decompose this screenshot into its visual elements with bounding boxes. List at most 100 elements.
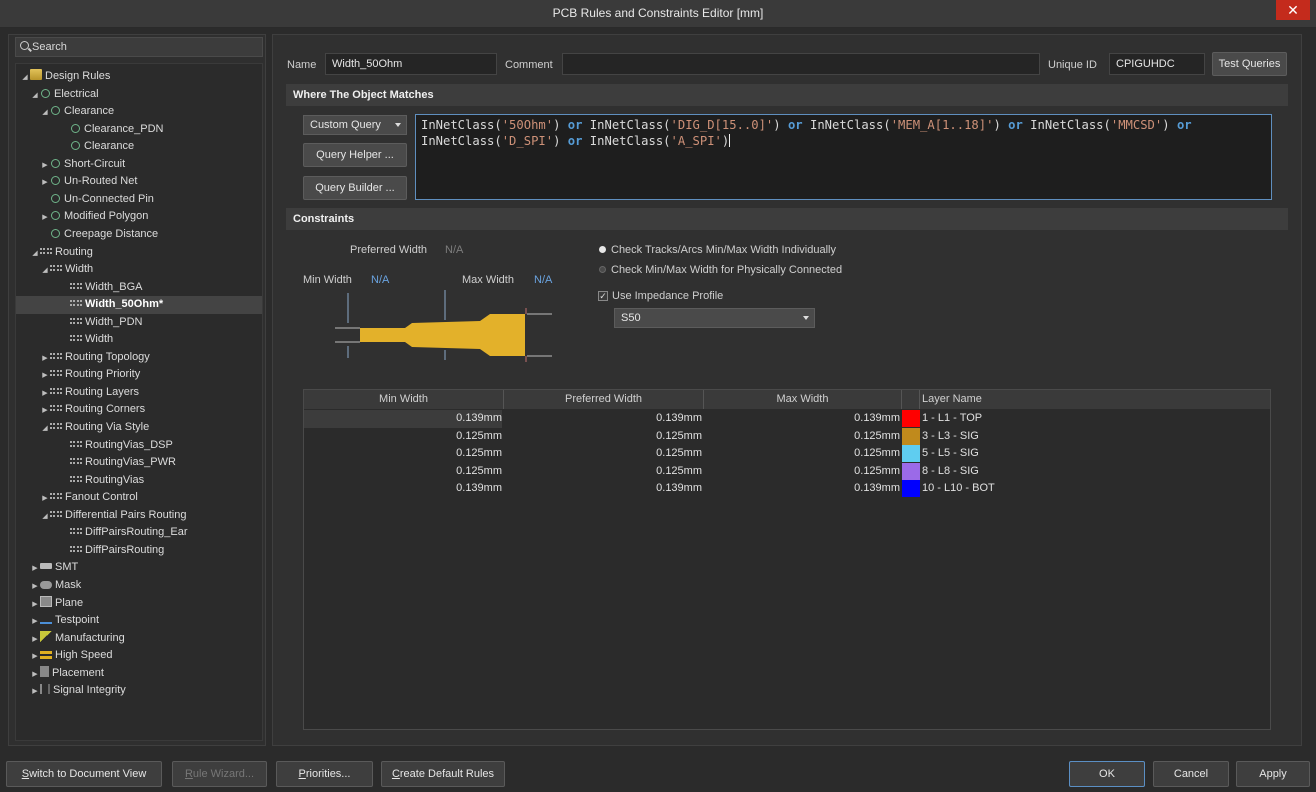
cell-min-width[interactable]: 0.139mm <box>304 410 502 428</box>
comment-field[interactable] <box>562 53 1040 75</box>
radio-physically-connected[interactable] <box>599 266 606 273</box>
col-min-width[interactable]: Min Width <box>304 390 504 409</box>
tree-item[interactable]: ◢ Routing <box>30 244 93 262</box>
tree-item[interactable]: ▶ Short-Circuit <box>40 156 125 174</box>
collapse-arrow-icon[interactable]: ◢ <box>40 420 50 438</box>
max-width-value[interactable]: N/A <box>534 274 552 286</box>
expand-arrow-icon[interactable]: ▶ <box>40 209 50 227</box>
tree-item[interactable]: ◢ Electrical <box>30 86 98 105</box>
expand-arrow-icon[interactable]: ▶ <box>30 683 40 701</box>
tree-item[interactable]: ▶ Signal Integrity <box>30 682 126 700</box>
expand-arrow-icon[interactable]: ▶ <box>30 666 40 684</box>
preferred-width-value[interactable]: N/A <box>445 244 463 256</box>
tree-item[interactable]: Un-Connected Pin <box>40 191 154 209</box>
tree-item[interactable]: Creepage Distance <box>40 226 158 244</box>
tree-item[interactable]: DiffPairsRouting_Ear <box>60 524 188 542</box>
tree-item[interactable]: ▶ Routing Corners <box>40 401 145 419</box>
col-layer-name[interactable]: Layer Name <box>920 390 1270 409</box>
query-editor[interactable]: InNetClass('50Ohm') or InNetClass('DIG_D… <box>415 114 1272 200</box>
cell-preferred-width[interactable]: 0.139mm <box>504 410 702 428</box>
tree-item[interactable]: ◢ Design Rules <box>20 68 110 86</box>
switch-to-document-view-button[interactable]: Switch to Document View <box>6 761 162 787</box>
create-default-rules-button[interactable]: Create Default Rules <box>381 761 505 787</box>
tree-item[interactable]: ◢ Width <box>40 261 93 279</box>
collapse-arrow-icon[interactable]: ◢ <box>30 87 40 105</box>
tree-item[interactable]: RoutingVias_PWR <box>60 454 176 472</box>
min-width-value[interactable]: N/A <box>371 274 389 286</box>
tree-item[interactable]: ▶ Manufacturing <box>30 630 125 648</box>
expand-arrow-icon[interactable]: ▶ <box>30 596 40 614</box>
query-type-dropdown[interactable]: Custom Query <box>303 115 407 135</box>
tree-item[interactable]: RoutingVias_DSP <box>60 437 173 455</box>
cell-preferred-width[interactable]: 0.139mm <box>504 480 702 498</box>
expand-arrow-icon[interactable]: ▶ <box>40 490 50 508</box>
tree-item[interactable]: ▶ Plane <box>30 595 83 613</box>
search-input[interactable]: Search <box>15 37 263 57</box>
tree-item[interactable]: Width_PDN <box>60 314 142 332</box>
collapse-arrow-icon[interactable]: ◢ <box>40 104 50 122</box>
cell-layer-name[interactable]: 1 - L1 - TOP <box>922 410 1222 428</box>
expand-arrow-icon[interactable]: ▶ <box>40 385 50 403</box>
cell-max-width[interactable]: 0.139mm <box>704 410 900 428</box>
expand-arrow-icon[interactable]: ▶ <box>30 631 40 649</box>
tree-item[interactable]: ▶ Placement <box>30 665 104 683</box>
tree-item[interactable]: ◢ Differential Pairs Routing <box>40 507 186 525</box>
cell-preferred-width[interactable]: 0.125mm <box>504 463 702 481</box>
name-field[interactable]: Width_50Ohm <box>325 53 497 75</box>
expand-arrow-icon[interactable]: ▶ <box>30 648 40 666</box>
cell-max-width[interactable]: 0.139mm <box>704 480 900 498</box>
cell-layer-name[interactable]: 3 - L3 - SIG <box>922 428 1222 446</box>
test-queries-button[interactable]: Test Queries <box>1212 52 1287 76</box>
expand-arrow-icon[interactable]: ▶ <box>40 367 50 385</box>
collapse-arrow-icon[interactable]: ◢ <box>20 69 30 87</box>
cell-layer-name[interactable]: 10 - L10 - BOT <box>922 480 1222 498</box>
col-max-width[interactable]: Max Width <box>704 390 902 409</box>
ok-button[interactable]: OK <box>1069 761 1145 787</box>
tree-item[interactable]: Width_50Ohm* <box>16 296 262 314</box>
apply-button[interactable]: Apply <box>1236 761 1310 787</box>
radio-individually[interactable] <box>599 246 606 253</box>
tree-item[interactable]: ▶ Modified Polygon <box>40 208 148 226</box>
tree-item[interactable]: ▶ Testpoint <box>30 612 99 630</box>
tree-item[interactable]: ▶ Routing Topology <box>40 349 150 367</box>
query-builder-button[interactable]: Query Builder ... <box>303 176 407 200</box>
cell-min-width[interactable]: 0.125mm <box>304 463 502 481</box>
cell-layer-name[interactable]: 8 - L8 - SIG <box>922 463 1222 481</box>
cell-min-width[interactable]: 0.139mm <box>304 480 502 498</box>
expand-arrow-icon[interactable]: ▶ <box>40 350 50 368</box>
tree-item[interactable]: ◢ Clearance <box>40 103 114 121</box>
tree-item[interactable]: DiffPairsRouting <box>60 542 164 560</box>
tree-item[interactable]: ▶ Fanout Control <box>40 489 137 508</box>
cell-min-width[interactable]: 0.125mm <box>304 445 502 463</box>
cell-max-width[interactable]: 0.125mm <box>704 428 900 446</box>
tree-item[interactable]: RoutingVias <box>60 472 144 490</box>
collapse-arrow-icon[interactable]: ◢ <box>40 262 50 280</box>
col-preferred-width[interactable]: Preferred Width <box>504 390 704 409</box>
expand-arrow-icon[interactable]: ▶ <box>30 613 40 631</box>
cell-preferred-width[interactable]: 0.125mm <box>504 445 702 463</box>
tree-item[interactable]: ▶ Routing Layers <box>40 384 139 402</box>
cell-min-width[interactable]: 0.125mm <box>304 428 502 446</box>
unique-id-field[interactable]: CPIGUHDC <box>1109 53 1205 75</box>
expand-arrow-icon[interactable]: ▶ <box>40 174 50 192</box>
close-button[interactable]: ✕ <box>1276 0 1310 20</box>
expand-arrow-icon[interactable]: ▶ <box>30 578 40 596</box>
collapse-arrow-icon[interactable]: ◢ <box>40 508 50 526</box>
tree-item[interactable]: ◢ Routing Via Style <box>40 419 149 437</box>
tree-item[interactable]: ▶ High Speed <box>30 647 112 666</box>
expand-arrow-icon[interactable]: ▶ <box>30 560 40 578</box>
tree-item[interactable]: ▶ Un-Routed Net <box>40 173 137 191</box>
cell-preferred-width[interactable]: 0.125mm <box>504 428 702 446</box>
tree-item[interactable]: Width <box>60 331 113 349</box>
tree-item[interactable]: Clearance_PDN <box>60 121 163 139</box>
tree-item[interactable]: ▶ Routing Priority <box>40 366 140 384</box>
priorities-button[interactable]: Priorities... <box>276 761 373 787</box>
cell-max-width[interactable]: 0.125mm <box>704 463 900 481</box>
tree-item[interactable]: Clearance <box>60 138 134 156</box>
collapse-arrow-icon[interactable]: ◢ <box>30 245 40 263</box>
rule-wizard-button[interactable]: Rule Wizard... <box>172 761 267 787</box>
expand-arrow-icon[interactable]: ▶ <box>40 402 50 420</box>
tree-item[interactable]: Width_BGA <box>60 279 142 297</box>
expand-arrow-icon[interactable]: ▶ <box>40 157 50 175</box>
query-helper-button[interactable]: Query Helper ... <box>303 143 407 167</box>
